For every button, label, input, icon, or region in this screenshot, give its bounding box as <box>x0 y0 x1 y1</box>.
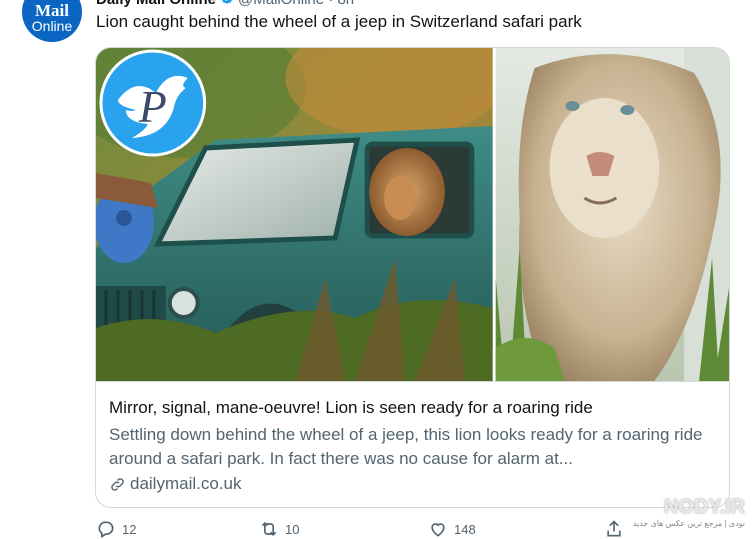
avatar-line1: Mail <box>35 0 69 20</box>
link-card[interactable]: P Mirror, signal, mane-oeuvre! Lion is s… <box>95 47 730 508</box>
verified-icon <box>221 0 233 4</box>
share-button[interactable] <box>604 519 624 539</box>
watermark-tagline: نودی | مرجع ترین عکس های جدید <box>632 519 745 528</box>
tweet-header: Daily Mail Online @MailOnline · 8h <box>96 0 354 8</box>
card-title[interactable]: Mirror, signal, mane-oeuvre! Lion is see… <box>109 398 593 418</box>
account-handle[interactable]: @MailOnline <box>238 0 324 8</box>
tweet-text: Lion caught behind the wheel of a jeep i… <box>96 12 582 31</box>
overlay-logo-letter: P <box>138 81 167 132</box>
card-description: Settling down behind the wheel of a jeep… <box>109 425 703 468</box>
card-domain-text: dailymail.co.uk <box>130 474 242 493</box>
separator-dot: · <box>328 0 333 8</box>
retweet-button[interactable]: 10 <box>259 519 299 539</box>
like-button[interactable]: 148 <box>428 519 476 539</box>
card-body: Mirror, signal, mane-oeuvre! Lion is see… <box>96 381 729 507</box>
retweet-count: 10 <box>285 521 300 537</box>
share-icon <box>607 520 621 537</box>
account-avatar[interactable]: Mail Online <box>22 0 82 42</box>
card-domain[interactable]: dailymail.co.uk <box>109 474 242 494</box>
heart-icon <box>431 523 445 537</box>
like-count: 148 <box>454 521 476 537</box>
tweet-time[interactable]: 8h <box>337 0 354 8</box>
watermark-site: NODY.IR <box>663 496 745 518</box>
avatar-line2: Online <box>31 17 73 34</box>
reply-icon <box>98 521 114 538</box>
tweet-actions: 12 10 148 <box>96 519 656 539</box>
lion-photo <box>495 48 729 381</box>
reply-count: 12 <box>122 521 137 537</box>
card-media[interactable]: P <box>96 48 729 381</box>
link-icon <box>111 477 124 491</box>
site-watermark: NODY.IR نودی | مرجع ترین عکس های جدید <box>633 496 745 528</box>
account-name[interactable]: Daily Mail Online <box>96 0 216 8</box>
retweet-icon <box>261 521 277 537</box>
reply-button[interactable]: 12 <box>96 519 136 539</box>
